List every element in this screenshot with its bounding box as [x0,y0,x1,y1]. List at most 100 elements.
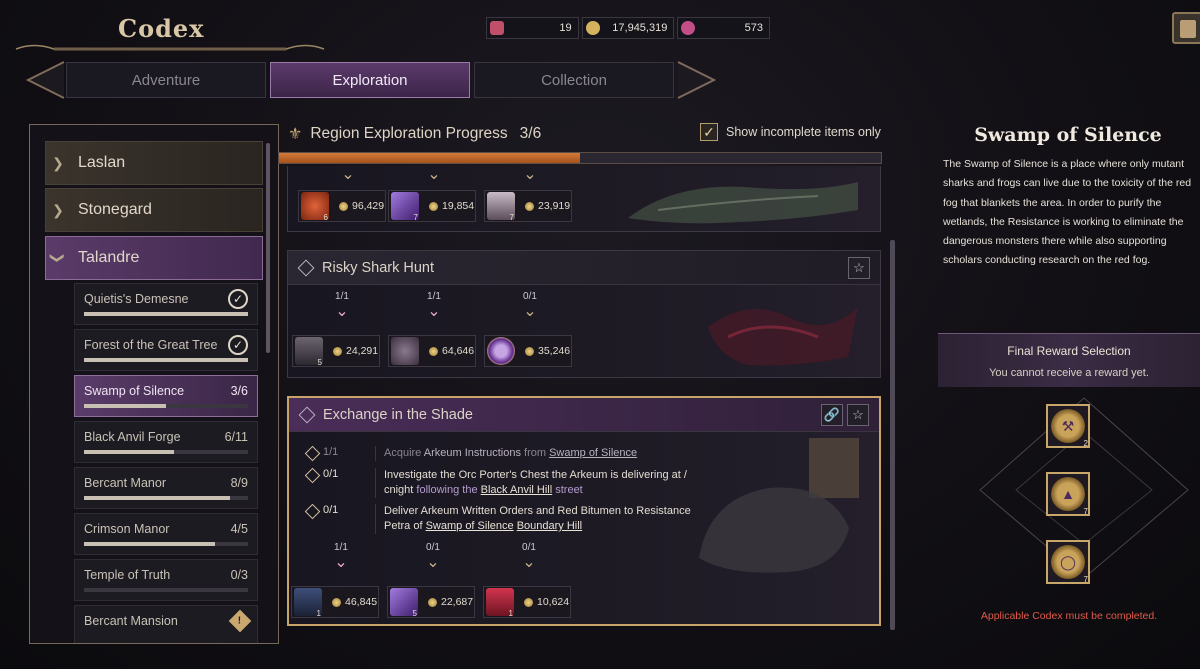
final-reward-item[interactable]: ◯ 7 [1046,540,1090,584]
tier-marker: 0/1 ⌄ [523,291,537,320]
diamond-icon [297,259,315,276]
item-crystal-icon: 7 [391,192,419,222]
reward-slot[interactable]: 35,246 [484,335,572,367]
fleur-icon: ⚜ [288,126,303,143]
tab-collection[interactable]: Collection [474,62,674,98]
subregion-forest-great-tree[interactable]: Forest of the Great Tree ✓ [74,329,258,371]
tab-exploration[interactable]: Exploration [270,62,470,98]
subregion-progress-bar [84,450,248,454]
reward-slot[interactable]: 7 19,854 [388,190,476,222]
page-title: Codex [118,14,205,43]
ring-icon: ◯ [1051,545,1085,579]
tier-marker: 1/1 ⌄ [427,291,441,320]
item-pot-icon [391,337,419,365]
final-reward-status: You cannot receive a reward yet. [989,367,1149,379]
item-ring-icon [487,337,515,365]
reward-slot[interactable]: 1 10,624 [483,586,571,618]
tier-marker: 1/1 ⌄ [335,291,349,320]
chevron-down-icon: ⌄ [427,166,441,183]
reward-slot[interactable]: 6 96,429 [298,190,386,222]
armor-icon: ▲ [1051,477,1085,511]
subregion-black-anvil-forge[interactable]: Black Anvil Forge 6/11 [74,421,258,463]
tab-bar: Adventure Exploration Collection [22,60,718,100]
item-armor-icon: 1 [294,588,322,618]
region-scrollbar[interactable] [266,143,270,353]
item-orb-icon: 6 [301,192,329,222]
tier-marker: ⌄ [510,166,550,184]
tier-marker: ⌄ [328,166,368,184]
reward-slot[interactable]: 64,646 [388,335,476,367]
tab-right-arrow-icon[interactable] [674,60,720,100]
task-row: 0/1 Deliver Arkeum Written Orders and Re… [303,504,723,534]
chevron-down-icon: ⌄ [523,166,537,183]
diamond-icon [298,406,316,423]
subregion-swamp-of-silence[interactable]: Swamp of Silence 3/6 [74,375,258,417]
final-reward-item[interactable]: ▲ 7 [1046,472,1090,516]
tab-left-arrow-icon[interactable] [22,60,68,100]
region-description: The Swamp of Silence is a place where on… [943,158,1192,267]
region-talandre[interactable]: ❯ Talandre [45,236,263,280]
gem-icon [681,21,696,35]
item-book-icon: 1 [486,588,514,618]
chevron-down-icon: ⌄ [335,303,349,320]
subregion-temple-of-truth[interactable]: Temple of Truth 0/3 [74,559,258,601]
subregion-bercant-manor[interactable]: Bercant Manor 8/9 [74,467,258,509]
subregion-progress-bar [84,542,248,546]
subregion-quietis-demesne[interactable]: Quietis's Demesne ✓ [74,283,258,325]
subregion-crimson-manor[interactable]: Crimson Manor 4/5 [74,513,258,555]
final-reward-title: Final Reward Selection [1007,344,1131,358]
show-incomplete-toggle[interactable]: ✓ Show incomplete items only [700,123,881,141]
warning-icon: ! [228,609,252,633]
pickaxe-icon: ⚒ [1051,409,1085,443]
item-box-icon: 5 [295,337,323,367]
region-detail-title: Swamp of Silence [974,124,1162,146]
quest-card-header: Exchange in the Shade [289,398,879,432]
quest-card-top[interactable]: ⌄ ⌄ ⌄ 6 96,429 7 19,854 7 23,919 [287,166,881,232]
currency-gem: 573 [677,17,771,39]
task-row: 0/1 Investigate the Orc Porter's Chest t… [303,468,723,498]
chevron-down-icon: ⌄ [522,554,536,571]
gold-coin-icon [333,346,342,356]
checkbox-checked-icon[interactable]: ✓ [700,123,718,141]
gold-coin-icon [525,201,534,211]
subregion-bercant-mansion[interactable]: Bercant Mansion! [74,605,258,643]
currency-gold: 17,945,319 [581,17,675,39]
chevron-down-icon: ❯ [50,252,67,264]
quest-card-header: Risky Shark Hunt [288,251,880,285]
subregion-progress-bar [84,404,248,408]
quest-scrollbar[interactable] [890,240,895,630]
chevron-down-icon: ⌄ [523,303,537,320]
gold-coin-icon [524,597,533,607]
scroll-icon [490,21,504,35]
region-laslan[interactable]: ❯ Laslan [45,141,263,185]
tier-marker: ⌄ [414,166,454,184]
favorite-star-button[interactable]: ☆ [847,404,869,426]
tier-marker: 0/1 ⌄ [522,542,536,571]
tier-marker: 1/1 ⌄ [334,542,348,571]
quest-card-risky-shark-hunt[interactable]: Risky Shark Hunt ☆ 1/1 ⌄ 1/1 ⌄ 0/1 ⌄ 5 24,2… [287,250,881,378]
chevron-down-icon: ⌄ [426,554,440,571]
task-row: 1/1 Acquire Arkeum Instructions from Swa… [303,446,723,461]
final-reward-item[interactable]: ⚒ 2 [1046,404,1090,448]
gold-coin-icon [428,597,437,607]
chevron-down-icon: ⌄ [341,166,355,183]
reward-slot[interactable]: 5 22,687 [387,586,475,618]
quest-card-exchange-in-the-shade[interactable]: Exchange in the Shade 🔗 ☆ 1/1 Acquire Ar… [287,396,881,626]
reward-slot[interactable]: 7 23,919 [484,190,572,222]
gold-coin-icon [429,201,438,211]
gold-coin-icon [429,346,438,356]
chevron-down-icon: ⌄ [427,303,441,320]
codex-book-button[interactable] [1172,12,1200,44]
link-button[interactable]: 🔗 [821,404,843,426]
exploration-progress-header: ⚜ Region Exploration Progress 3/6 [288,125,542,143]
chevron-right-icon: ❯ [52,154,64,171]
region-stonegard[interactable]: ❯ Stonegard [45,188,263,232]
favorite-star-button[interactable]: ☆ [848,257,870,279]
reward-slot[interactable]: 1 46,845 [291,586,379,618]
book-icon [1180,20,1196,38]
title-ornament [15,44,325,51]
chevron-right-icon: ❯ [52,201,64,218]
region-list: ❯ Laslan ❯ Stonegard ❯ Talandre Quietis'… [29,124,279,644]
tab-adventure[interactable]: Adventure [66,62,266,98]
reward-slot[interactable]: 5 24,291 [292,335,380,367]
